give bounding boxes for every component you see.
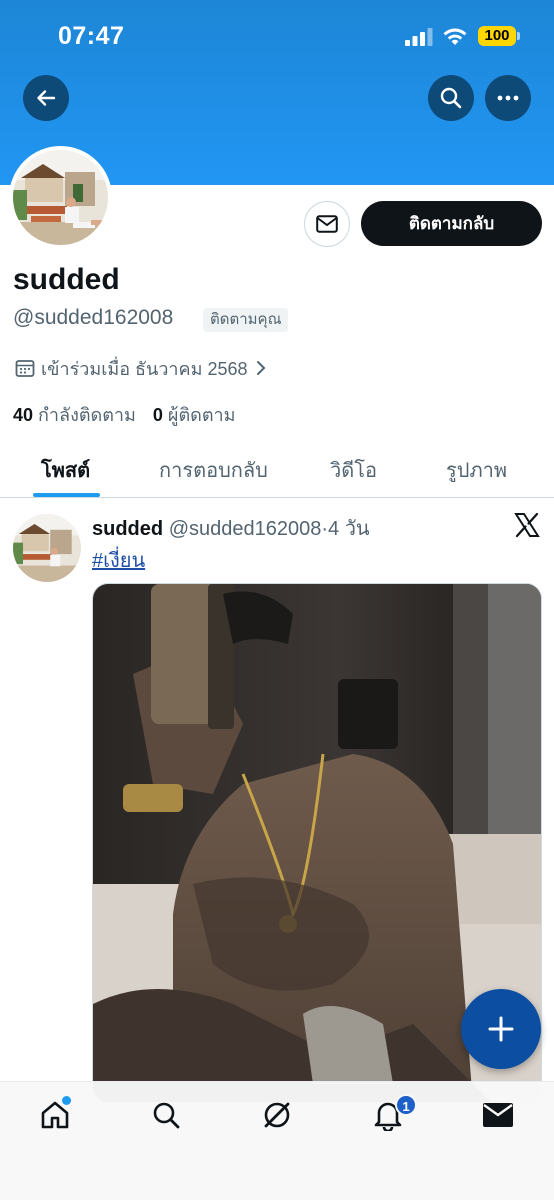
notification-count-badge: 1 — [395, 1094, 417, 1116]
tab-videos[interactable]: วิดีโอ — [330, 454, 377, 486]
back-arrow-icon — [37, 90, 56, 106]
search-icon — [440, 87, 462, 109]
plus-icon — [488, 1016, 514, 1042]
battery-tip — [517, 32, 520, 40]
nav-search[interactable] — [149, 1098, 183, 1132]
more-icon — [497, 95, 519, 101]
compose-post-button[interactable] — [461, 989, 541, 1069]
tab-posts[interactable]: โพสต์ — [41, 454, 90, 486]
avatar-photo — [13, 514, 81, 582]
following-label: กำลังติดตาม — [38, 405, 136, 425]
post-header: sudded @sudded162008·4 วัน — [92, 512, 370, 544]
wifi-icon — [443, 28, 467, 45]
messages-icon — [483, 1103, 513, 1127]
battery-indicator: 100 — [478, 26, 516, 46]
search-icon — [153, 1102, 180, 1129]
profile-tabs: โพสต์ การตอบกลับ วิดีโอ รูปภาพ — [0, 440, 554, 498]
follow-counts: 40 กำลังติดตาม 0 ผู้ติดตาม — [13, 400, 236, 429]
followers-count: 0 — [152, 405, 163, 425]
active-tab-indicator — [33, 493, 100, 497]
calendar-icon — [15, 360, 35, 377]
tab-replies[interactable]: การตอบกลับ — [159, 454, 268, 486]
mail-icon — [316, 215, 338, 233]
back-button[interactable] — [23, 75, 69, 121]
profile-avatar[interactable] — [9, 146, 112, 249]
post-hashtag[interactable]: #เงี่ยน — [92, 544, 145, 576]
following-link[interactable]: 40 กำลังติดตาม — [13, 400, 136, 429]
x-logo-icon — [514, 512, 540, 538]
post-separator: · — [321, 518, 329, 540]
follows-you-badge: ติดตามคุณ — [203, 308, 289, 332]
joined-date-text: เข้าร่วมเมื่อ ธันวาคม 2568 — [41, 358, 248, 379]
following-count: 40 — [13, 405, 34, 425]
post-author-avatar[interactable] — [13, 514, 81, 582]
followers-link[interactable]: 0 ผู้ติดตาม — [153, 400, 236, 429]
bottom-navigation: 1 — [0, 1081, 554, 1200]
joined-date-row[interactable]: เข้าร่วมเมื่อ ธันวาคม 2568 — [15, 355, 268, 381]
grok-icon — [264, 1102, 290, 1128]
chevron-right-icon — [256, 361, 265, 375]
status-time: 07:47 — [58, 22, 125, 50]
follow-back-button[interactable]: ติดตามกลับ — [361, 201, 542, 246]
post-author-handle[interactable]: @sudded162008 — [169, 518, 322, 540]
profile-handle: @sudded162008 — [13, 306, 174, 329]
avatar-photo — [13, 150, 108, 245]
profile-display-name: sudded — [13, 263, 120, 296]
tab-photos[interactable]: รูปภาพ — [446, 454, 507, 486]
status-bar: 07:47 100 — [0, 0, 554, 70]
more-options-button[interactable] — [485, 75, 531, 121]
post-author-name[interactable]: sudded — [92, 518, 163, 540]
home-unread-dot — [62, 1096, 71, 1105]
cellular-signal-icon — [405, 28, 433, 46]
nav-messages[interactable] — [481, 1098, 515, 1132]
profile-search-button[interactable] — [428, 75, 474, 121]
nav-grok[interactable] — [260, 1098, 294, 1132]
followers-label: ผู้ติดตาม — [167, 405, 236, 425]
message-button[interactable] — [304, 201, 350, 247]
post-age: 4 วัน — [328, 518, 370, 540]
